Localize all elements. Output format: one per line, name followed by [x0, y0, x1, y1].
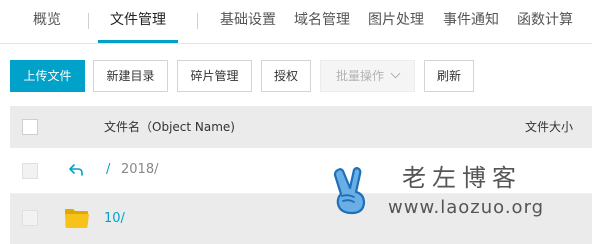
row-checkbox — [22, 163, 38, 179]
column-header-size[interactable]: 文件大小 — [525, 119, 573, 135]
row-checkbox[interactable] — [22, 210, 38, 226]
batch-operation-label: 批量操作 — [335, 69, 384, 83]
watermark-title: 老左博客 — [402, 164, 522, 192]
new-directory-button[interactable]: 新建目录 — [93, 60, 168, 92]
tab-image-processing[interactable]: 图片处理 — [368, 10, 424, 30]
current-path: 2018/ — [121, 162, 159, 177]
folder-name-link[interactable]: 10/ — [104, 210, 125, 228]
back-arrow-icon[interactable] — [68, 162, 86, 178]
chevron-down-icon — [390, 68, 401, 79]
tab-function-compute[interactable]: 函数计算 — [517, 10, 573, 30]
fragment-management-button[interactable]: 碎片管理 — [177, 60, 252, 92]
refresh-button[interactable]: 刷新 — [424, 60, 474, 92]
batch-operation-dropdown[interactable]: 批量操作 — [320, 60, 415, 92]
tab-domain-management[interactable]: 域名管理 — [294, 10, 350, 30]
victory-hand-logo-icon — [328, 166, 374, 216]
authorize-button[interactable]: 授权 — [261, 60, 311, 92]
folder-icon — [64, 207, 90, 229]
tab-divider — [88, 13, 89, 29]
table-header: 文件名（Object Name) 文件大小 — [10, 106, 592, 148]
active-tab-indicator — [98, 40, 178, 43]
tab-file-management[interactable]: 文件管理 — [110, 10, 166, 30]
tab-basic-settings[interactable]: 基础设置 — [220, 10, 276, 30]
watermark-url: www.laozuo.org — [388, 197, 545, 218]
upload-file-button[interactable]: 上传文件 — [10, 60, 85, 92]
column-header-name[interactable]: 文件名（Object Name) — [104, 119, 235, 135]
select-all-checkbox[interactable] — [22, 119, 38, 135]
tab-divider — [197, 13, 198, 29]
tab-overview[interactable]: 概览 — [33, 10, 61, 30]
tab-bar: 概览 文件管理 基础设置 域名管理 图片处理 事件通知 函数计算 — [0, 0, 592, 44]
tab-event-notification[interactable]: 事件通知 — [443, 10, 499, 30]
root-path-link[interactable]: / — [106, 161, 110, 179]
